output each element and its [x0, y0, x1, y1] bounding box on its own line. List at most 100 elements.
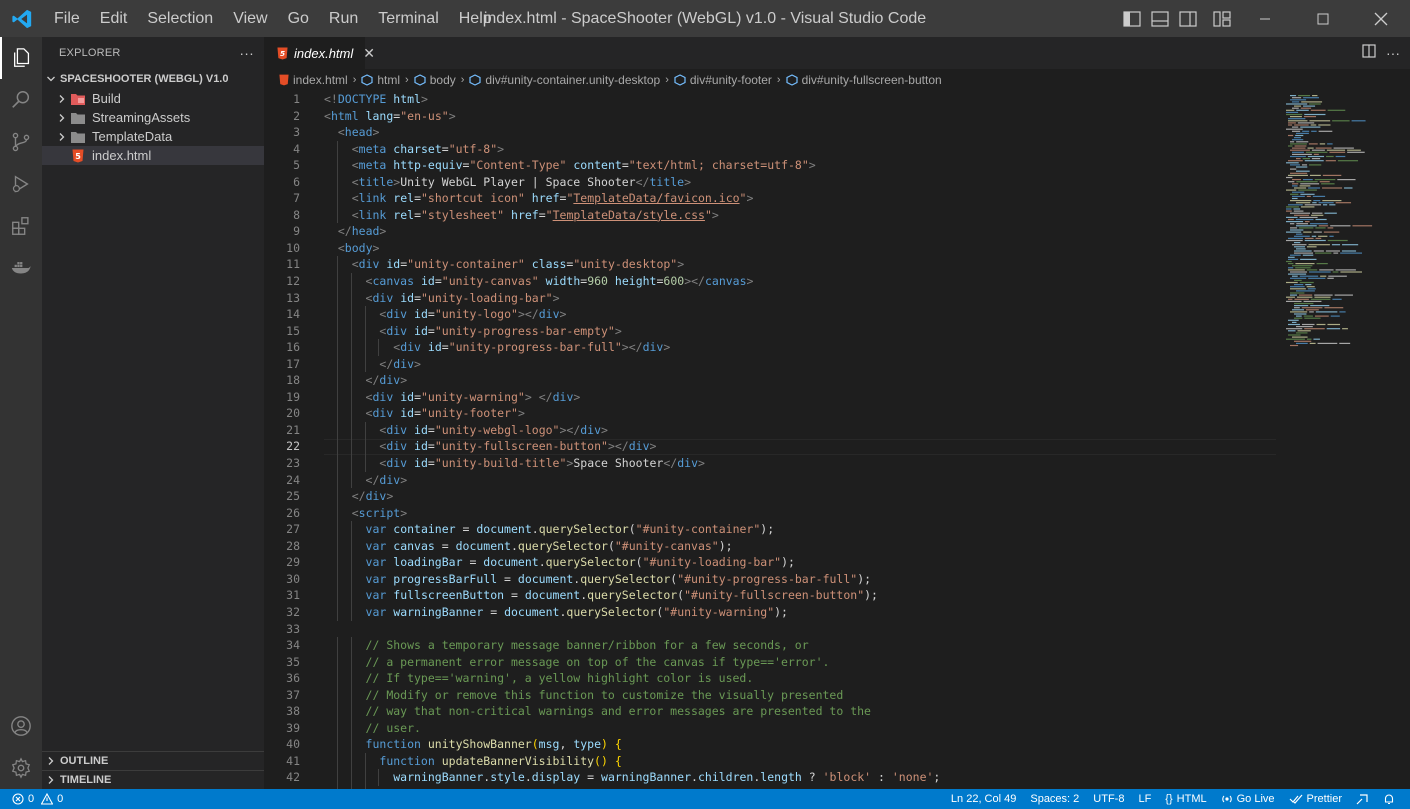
- toggle-secondary-sidebar-icon[interactable]: [1174, 5, 1202, 33]
- toggle-primary-sidebar-icon[interactable]: [1118, 5, 1146, 33]
- minimap-stroke: [1292, 153, 1312, 155]
- minimap-stroke: [1294, 246, 1305, 248]
- minimap[interactable]: [1284, 91, 1396, 351]
- go-live-button[interactable]: Go Live: [1214, 789, 1282, 809]
- code-line: 31 var fullscreenButton = document.query…: [264, 587, 1284, 604]
- menu-go[interactable]: Go: [278, 0, 319, 37]
- tree-item-build[interactable]: Build: [42, 89, 264, 108]
- code-text: <meta http-equiv="Content-Type" content=…: [351, 158, 816, 173]
- vertical-scrollbar[interactable]: [1396, 91, 1410, 789]
- toggle-panel-icon[interactable]: [1146, 5, 1174, 33]
- prettier-status[interactable]: Prettier: [1282, 789, 1349, 809]
- tree-item-streamingassets[interactable]: StreamingAssets: [42, 108, 264, 127]
- minimap-stroke: [1288, 120, 1308, 122]
- cursor-position[interactable]: Ln 22, Col 49: [944, 789, 1023, 809]
- broadcast-icon: [1221, 793, 1233, 805]
- workspace-root[interactable]: SPACESHOOTER (WEBGL) V1.0: [42, 69, 264, 89]
- explorer-icon[interactable]: [0, 37, 42, 79]
- extensions-icon[interactable]: [0, 205, 42, 247]
- tree-item-index-html[interactable]: 5 index.html: [42, 146, 264, 165]
- menu-edit[interactable]: Edit: [90, 0, 138, 37]
- menu-run[interactable]: Run: [319, 0, 368, 37]
- code-editor[interactable]: 1 <!DOCTYPE html> 2 <html lang="en-us"> 3 …: [264, 91, 1284, 789]
- line-number: 35: [286, 654, 300, 669]
- line-ending[interactable]: LF: [1131, 789, 1158, 809]
- indentation[interactable]: Spaces: 2: [1023, 789, 1086, 809]
- feedback-icon[interactable]: [1349, 789, 1376, 809]
- menu-file[interactable]: File: [44, 0, 90, 37]
- minimize-icon[interactable]: [1236, 0, 1294, 37]
- minimap-stroke: [1300, 206, 1315, 208]
- code-line: 6 <title>Unity WebGL Player | Space Shoo…: [264, 173, 1284, 191]
- minimap-stroke: [1337, 160, 1359, 162]
- maximize-icon[interactable]: [1294, 0, 1352, 37]
- minimap-stroke: [1306, 286, 1315, 288]
- split-editor-icon[interactable]: [1362, 43, 1376, 63]
- minimap-stroke: [1300, 258, 1317, 260]
- indent-guide: [336, 769, 338, 786]
- minimap-stroke: [1294, 279, 1302, 281]
- menu-selection[interactable]: Selection: [137, 0, 223, 37]
- notifications-bell-icon[interactable]: [1376, 789, 1402, 809]
- indent-guide: [350, 289, 352, 307]
- indent-guide: [350, 405, 352, 422]
- language-mode[interactable]: {} HTML: [1158, 789, 1213, 809]
- minimap-stroke: [1310, 298, 1331, 300]
- indent-guide: [336, 306, 338, 323]
- breadcrumb-item[interactable]: index.html: [279, 73, 348, 87]
- code-line: 11 <div id="unity-container" class="unit…: [264, 256, 1284, 274]
- more-actions-icon[interactable]: ···: [1386, 45, 1400, 61]
- code-line: 41 function updateBannerVisibility() {: [264, 752, 1284, 770]
- minimap-stroke: [1292, 244, 1307, 246]
- minimap-stroke: [1303, 231, 1312, 233]
- minimap-stroke: [1341, 250, 1357, 252]
- menu-terminal[interactable]: Terminal: [368, 0, 448, 37]
- minimap-stroke: [1290, 141, 1295, 143]
- indent-guide: [336, 273, 338, 290]
- menu-view[interactable]: View: [223, 0, 277, 37]
- folder-icon: [70, 110, 86, 126]
- line-number: 22: [286, 439, 300, 454]
- breadcrumb-label: html: [377, 73, 401, 87]
- minimap-stroke: [1299, 294, 1313, 296]
- code-text: <link rel="shortcut icon" href="Template…: [351, 191, 754, 206]
- breadcrumb-item[interactable]: html: [361, 73, 400, 87]
- minimap-stroke: [1290, 164, 1300, 166]
- minimap-stroke: [1290, 286, 1305, 288]
- minimap-stroke: [1290, 271, 1308, 273]
- minimap-stroke: [1311, 158, 1321, 160]
- menu-help[interactable]: Help: [449, 0, 502, 37]
- breadcrumb-item[interactable]: div#unity-footer: [674, 73, 772, 87]
- minimap-stroke: [1288, 118, 1306, 120]
- line-number: 11: [286, 257, 300, 272]
- breadcrumb-item[interactable]: div#unity-container.unity-desktop: [469, 73, 660, 87]
- minimap-stroke: [1299, 216, 1318, 218]
- source-control-icon[interactable]: [0, 121, 42, 163]
- code-line: 24 </div>: [264, 471, 1284, 489]
- settings-gear-icon[interactable]: [0, 747, 42, 789]
- minimap-stroke: [1288, 263, 1294, 265]
- minimap-stroke: [1330, 315, 1340, 317]
- indent-guide: [350, 537, 352, 555]
- chevron-down-icon: [46, 74, 58, 84]
- tab-index-html[interactable]: 5 index.html ✕: [264, 37, 375, 69]
- outline-section[interactable]: OUTLINE: [42, 751, 264, 770]
- problems-indicator[interactable]: 0 0: [12, 789, 70, 809]
- docker-icon[interactable]: [0, 247, 42, 289]
- run-debug-icon[interactable]: [0, 163, 42, 205]
- customize-layout-icon[interactable]: [1208, 5, 1236, 33]
- timeline-section[interactable]: TIMELINE: [42, 770, 264, 789]
- search-icon[interactable]: [0, 79, 42, 121]
- close-window-icon[interactable]: [1352, 0, 1410, 37]
- accounts-icon[interactable]: [0, 705, 42, 747]
- encoding[interactable]: UTF-8: [1086, 789, 1131, 809]
- minimap-stroke: [1292, 151, 1304, 153]
- more-actions-icon[interactable]: ···: [239, 45, 254, 61]
- tree-item-templatedata[interactable]: TemplateData: [42, 127, 264, 146]
- breadcrumb-item[interactable]: body: [414, 73, 456, 87]
- editor-area: 5 index.html ✕ ··· index.html › html › b…: [264, 37, 1410, 789]
- code-line: 35 // a permanent error message on top o…: [264, 653, 1284, 671]
- close-tab-icon[interactable]: ✕: [363, 45, 375, 62]
- minimap-stroke: [1312, 202, 1317, 204]
- breadcrumb-item[interactable]: div#unity-fullscreen-button: [785, 73, 942, 87]
